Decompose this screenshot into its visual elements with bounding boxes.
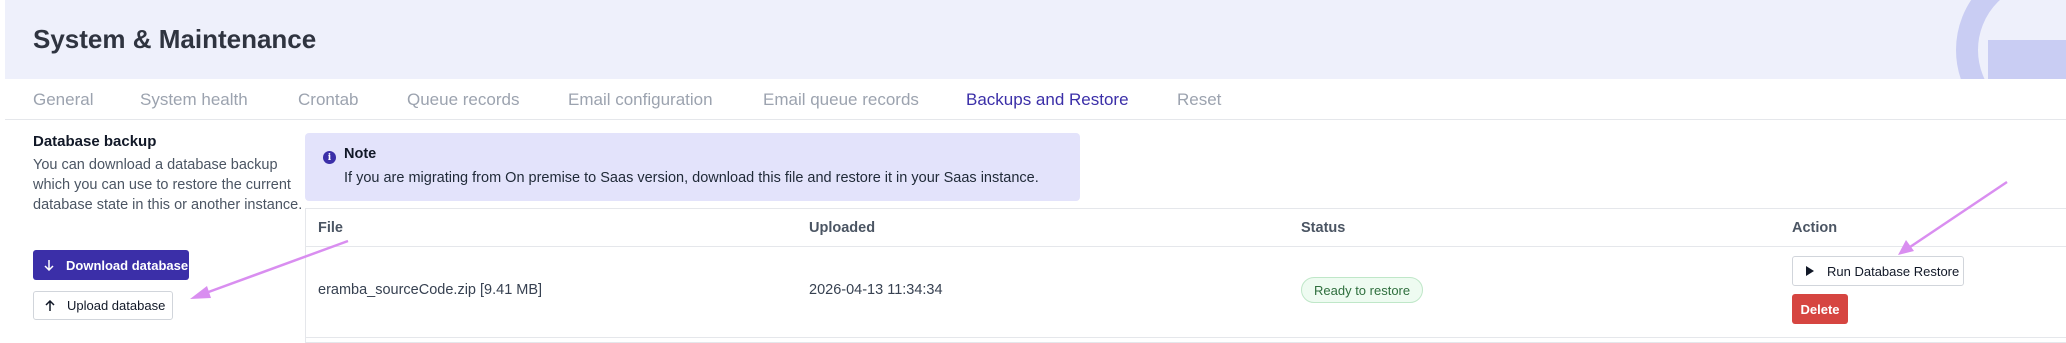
tab-reset[interactable]: Reset	[1177, 90, 1221, 110]
upload-database-label: Upload database	[67, 298, 166, 313]
play-icon	[1803, 264, 1817, 278]
section-title: Database backup	[33, 133, 157, 150]
page-header: System & Maintenance	[5, 0, 2066, 79]
row-divider	[306, 337, 2066, 338]
decorative-shape	[1988, 40, 2066, 79]
backups-table: File Uploaded Status Action eramba_sourc…	[305, 208, 2066, 343]
upload-database-button[interactable]: Upload database	[33, 291, 173, 320]
tab-bar: General System health Crontab Queue reco…	[5, 79, 2066, 120]
status-badge: Ready to restore	[1301, 277, 1424, 303]
tab-queue-records[interactable]: Queue records	[407, 90, 519, 110]
tab-email-configuration[interactable]: Email configuration	[568, 90, 713, 110]
page-title: System & Maintenance	[33, 24, 317, 54]
tab-email-queue-records[interactable]: Email queue records	[763, 90, 919, 110]
arrow-up-icon	[43, 299, 57, 313]
uploaded-timestamp: 2026-04-13 11:34:34	[809, 282, 943, 298]
run-database-restore-label: Run Database Restore	[1827, 263, 1960, 279]
file-name: eramba_sourceCode.zip [9.41 MB]	[318, 282, 543, 298]
note-title: Note	[344, 146, 377, 162]
delete-button[interactable]: Delete	[1792, 294, 1848, 324]
column-header-status: Status	[1301, 220, 1346, 236]
column-header-action: Action	[1792, 220, 1838, 236]
column-header-file: File	[318, 220, 343, 236]
arrow-down-icon	[42, 258, 56, 272]
table-header: File Uploaded Status Action	[306, 209, 2066, 247]
info-icon: i	[323, 151, 336, 164]
database-backup-panel: Database backup You can download a datab…	[33, 133, 303, 215]
note-text: If you are migrating from On premise to …	[344, 170, 1039, 186]
tab-general[interactable]: General	[33, 90, 93, 110]
tab-backups-and-restore[interactable]: Backups and Restore	[966, 90, 1129, 110]
tab-crontab[interactable]: Crontab	[298, 90, 358, 110]
tab-system-health[interactable]: System health	[140, 90, 248, 110]
download-database-button[interactable]: Download database	[33, 250, 189, 280]
section-description: You can download a database backup which…	[33, 157, 303, 213]
column-header-uploaded: Uploaded	[809, 220, 876, 236]
note-callout: i Note If you are migrating from On prem…	[305, 133, 1080, 201]
download-database-label: Download database	[66, 257, 189, 273]
run-database-restore-button[interactable]: Run Database Restore	[1792, 256, 1964, 286]
